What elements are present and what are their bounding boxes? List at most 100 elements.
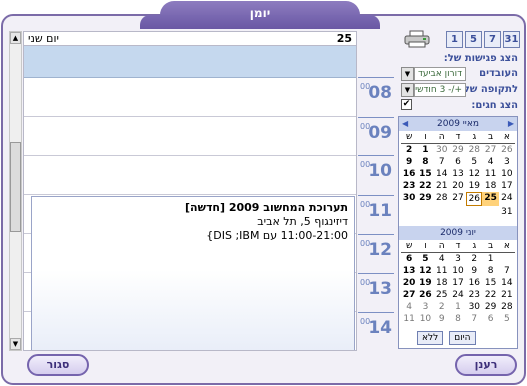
calendar-day[interactable]: 26 xyxy=(499,144,515,156)
calendar-day[interactable]: 30 xyxy=(434,144,450,156)
calendar-day[interactable]: 25 xyxy=(482,192,499,206)
calendar-day[interactable]: 30 xyxy=(466,301,482,313)
calendar-day[interactable]: 22 xyxy=(417,180,433,192)
refresh-button[interactable]: רענן xyxy=(455,354,517,376)
calendar-day[interactable]: 9 xyxy=(401,156,417,168)
calendar-day[interactable]: 14 xyxy=(499,277,515,289)
scroll-thumb[interactable] xyxy=(10,142,21,232)
period-select[interactable]: +/- 3 חודשי ▼ xyxy=(401,83,466,97)
scroll-up-arrow-icon[interactable]: ▲ xyxy=(10,32,21,44)
calendar-day[interactable]: 17 xyxy=(499,180,515,192)
calendar-day[interactable]: 7 xyxy=(499,265,515,277)
chevron-down-icon[interactable]: ▼ xyxy=(401,83,414,97)
next-month-icon[interactable]: ▶ xyxy=(508,117,514,131)
calendar-day[interactable]: 5 xyxy=(466,156,482,168)
calendar-day[interactable]: 29 xyxy=(450,144,466,156)
calendar-day[interactable]: 11 xyxy=(434,265,450,277)
day-view[interactable]: יום שני 25 תערוכת המחשוב 2009 [חדשה] דיז… xyxy=(23,31,357,351)
view-5-days-button[interactable]: 5 xyxy=(465,31,482,48)
calendar-day[interactable]: 20 xyxy=(401,277,417,289)
calendar-day[interactable]: 23 xyxy=(466,289,482,301)
calendar-day[interactable]: 2 xyxy=(401,144,417,156)
calendar-day[interactable]: 10 xyxy=(499,168,515,180)
calendar-day[interactable]: 1 xyxy=(450,301,466,313)
calendar-day[interactable]: 28 xyxy=(499,301,515,313)
calendar-day[interactable]: 18 xyxy=(434,277,450,289)
prev-month-icon[interactable]: ◀ xyxy=(402,117,408,131)
calendar-day[interactable]: 10 xyxy=(450,265,466,277)
calendar-day[interactable]: 13 xyxy=(401,265,417,277)
calendar-day[interactable]: 28 xyxy=(434,192,450,206)
calendar-day[interactable]: 24 xyxy=(450,289,466,301)
today-button[interactable]: היום xyxy=(449,331,476,345)
employee-select[interactable]: דורון אביעד ▼ xyxy=(401,67,466,81)
calendar-day[interactable]: 5 xyxy=(499,313,515,325)
time-slot[interactable] xyxy=(24,117,356,156)
calendar-day[interactable]: 20 xyxy=(450,180,466,192)
view-7-days-button[interactable]: 7 xyxy=(484,31,501,48)
time-slot[interactable] xyxy=(24,78,356,117)
calendar-day[interactable]: 9 xyxy=(434,313,450,325)
calendar-day[interactable]: 15 xyxy=(417,168,433,180)
calendar-day[interactable]: 18 xyxy=(482,180,498,192)
calendar-day[interactable]: 8 xyxy=(450,313,466,325)
calendar-day[interactable]: 16 xyxy=(401,168,417,180)
calendar-day[interactable]: 29 xyxy=(417,192,433,206)
calendar-day[interactable]: 6 xyxy=(401,253,417,265)
calendar-day[interactable]: 3 xyxy=(417,301,433,313)
all-day-area[interactable] xyxy=(24,46,356,78)
show-holidays-checkbox[interactable]: ✔ xyxy=(401,99,412,110)
calendar-day[interactable]: 9 xyxy=(466,265,482,277)
calendar-day[interactable]: 12 xyxy=(417,265,433,277)
calendar-day[interactable]: 8 xyxy=(417,156,433,168)
calendar-day[interactable]: 29 xyxy=(482,301,498,313)
calendar-event[interactable]: תערוכת המחשוב 2009 [חדשה] דיזינגוף 5, תל… xyxy=(31,196,355,350)
calendar-day[interactable]: 21 xyxy=(499,289,515,301)
calendar-day[interactable]: 21 xyxy=(434,180,450,192)
calendar-day[interactable]: 14 xyxy=(434,168,450,180)
calendar-day[interactable]: 10 xyxy=(417,313,433,325)
calendar-day[interactable]: 3 xyxy=(450,253,466,265)
calendar-day[interactable]: 31 xyxy=(499,206,515,218)
day-scrollbar[interactable]: ▲ ▼ xyxy=(9,31,22,351)
calendar-day[interactable]: 3 xyxy=(499,156,515,168)
view-1-day-button[interactable]: 1 xyxy=(446,31,463,48)
calendar-day[interactable]: 25 xyxy=(434,289,450,301)
close-button[interactable]: סגור xyxy=(27,354,89,376)
calendar-day[interactable]: 16 xyxy=(466,277,482,289)
calendar-day[interactable]: 1 xyxy=(417,144,433,156)
calendar-day[interactable]: 6 xyxy=(450,156,466,168)
calendar-day[interactable]: 1 xyxy=(482,253,498,265)
calendar-day[interactable]: 19 xyxy=(417,277,433,289)
scroll-down-arrow-icon[interactable]: ▼ xyxy=(10,338,21,350)
calendar-day[interactable]: 22 xyxy=(482,289,498,301)
calendar-day[interactable]: 17 xyxy=(450,277,466,289)
calendar-day[interactable]: 4 xyxy=(482,156,498,168)
none-button[interactable]: ללא xyxy=(417,331,444,345)
view-31-days-button[interactable]: 31 xyxy=(503,31,520,48)
calendar-day[interactable]: 11 xyxy=(482,168,498,180)
calendar-day[interactable]: 28 xyxy=(466,144,482,156)
calendar-day[interactable]: 8 xyxy=(482,265,498,277)
calendar-day[interactable]: 6 xyxy=(482,313,498,325)
calendar-day[interactable]: 27 xyxy=(482,144,498,156)
calendar-day[interactable]: 26 xyxy=(466,192,483,206)
calendar-day[interactable]: 11 xyxy=(401,313,417,325)
calendar-day[interactable]: 12 xyxy=(466,168,482,180)
calendar-day[interactable]: 4 xyxy=(434,253,450,265)
calendar-day[interactable]: 27 xyxy=(401,289,417,301)
calendar-day[interactable]: 7 xyxy=(434,156,450,168)
calendar-day[interactable]: 2 xyxy=(434,301,450,313)
chevron-down-icon[interactable]: ▼ xyxy=(401,67,414,81)
calendar-day[interactable]: 5 xyxy=(417,253,433,265)
calendar-day[interactable]: 7 xyxy=(466,313,482,325)
calendar-day[interactable]: 15 xyxy=(482,277,498,289)
calendar-day[interactable]: 13 xyxy=(450,168,466,180)
calendar-day[interactable]: 23 xyxy=(401,180,417,192)
calendar-day[interactable]: 4 xyxy=(401,301,417,313)
calendar-day[interactable]: 26 xyxy=(417,289,433,301)
calendar-day[interactable]: 2 xyxy=(466,253,482,265)
calendar-day[interactable]: 27 xyxy=(450,192,466,206)
time-slot[interactable] xyxy=(24,156,356,195)
calendar-day[interactable]: 19 xyxy=(466,180,482,192)
